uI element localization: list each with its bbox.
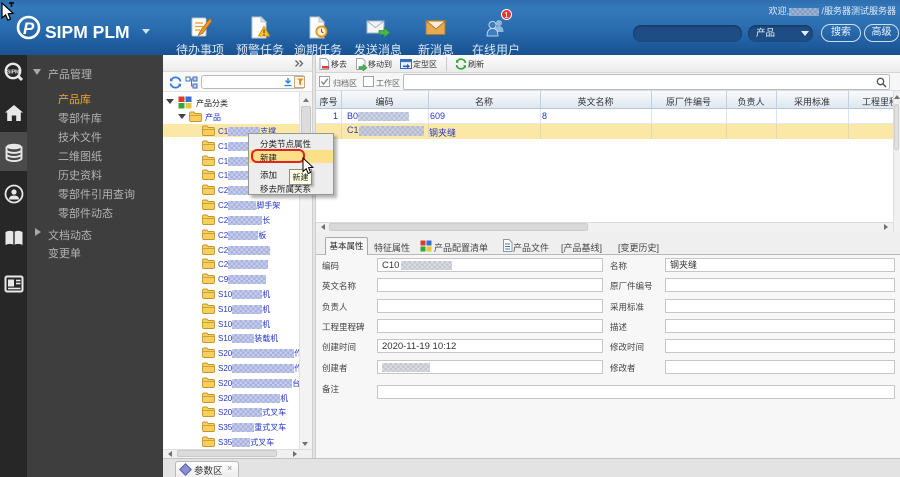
svg-text:SIPM: SIPM	[7, 70, 19, 76]
svg-text:P: P	[23, 19, 35, 38]
